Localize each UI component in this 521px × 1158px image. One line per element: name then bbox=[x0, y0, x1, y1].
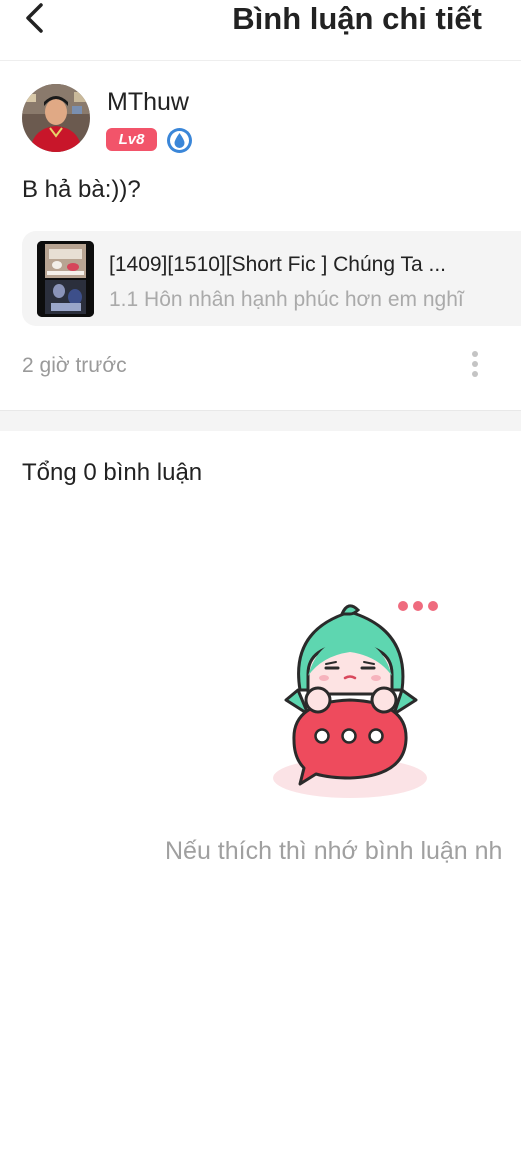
empty-comments-message: Nếu thích thì nhớ bình luận nh bbox=[165, 837, 503, 865]
back-button[interactable] bbox=[18, 2, 54, 38]
chevron-left-icon bbox=[26, 3, 43, 33]
book-cover bbox=[37, 241, 94, 317]
book-chapter: 1.1 Hôn nhân hạnh phúc hơn em nghĩ bbox=[109, 288, 464, 311]
header-bar: Bình luận chi tiết bbox=[0, 0, 521, 61]
total-comments-heading: Tổng 0 bình luận bbox=[22, 459, 203, 486]
username[interactable]: MThuw bbox=[107, 86, 189, 118]
book-title: [1409][1510][Short Fic ] Chúng Ta ... bbox=[109, 253, 446, 276]
book-link-card[interactable]: [1409][1510][Short Fic ] Chúng Ta ... 1.… bbox=[22, 231, 521, 326]
avatar[interactable] bbox=[22, 84, 90, 152]
section-divider bbox=[0, 410, 521, 431]
empty-comments-illustration bbox=[268, 590, 438, 805]
level-badge: Lv8 bbox=[106, 128, 157, 151]
page-title: Bình luận chi tiết bbox=[232, 1, 482, 36]
comment-timestamp: 2 giờ trước bbox=[22, 354, 127, 377]
avatar-image bbox=[22, 84, 90, 152]
comment-text: B hả bà:))? bbox=[22, 176, 141, 203]
vertical-dots-icon bbox=[464, 351, 486, 377]
more-options-button[interactable] bbox=[464, 348, 486, 382]
water-drop-medal-icon bbox=[166, 127, 193, 154]
